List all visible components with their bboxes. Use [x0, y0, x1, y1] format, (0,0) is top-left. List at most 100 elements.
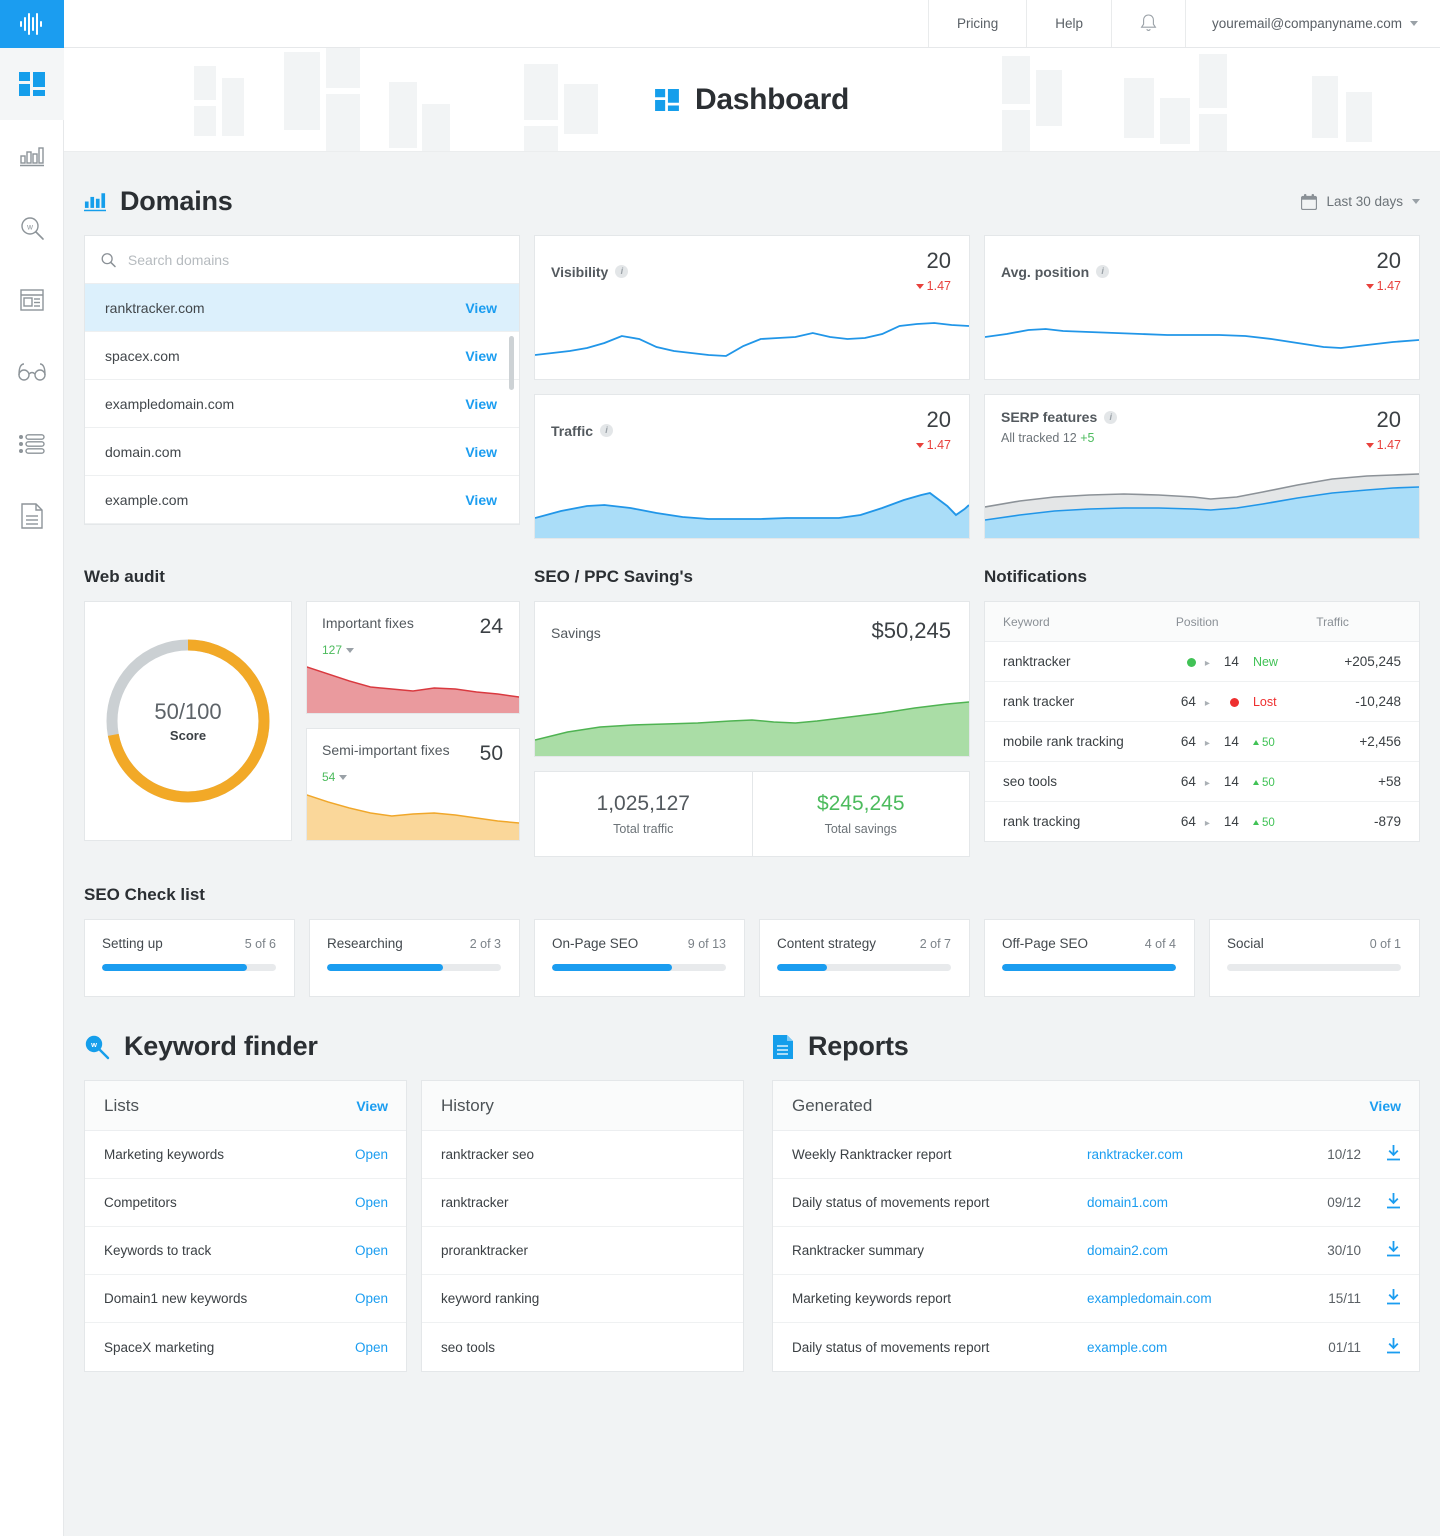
list-item[interactable]: Keywords to track Open [85, 1227, 406, 1275]
info-icon[interactable]: i [600, 424, 613, 437]
domain-list-scrollbar[interactable] [509, 336, 514, 390]
domain-view-link[interactable]: View [465, 348, 497, 364]
status-dot-green [1187, 658, 1196, 667]
report-domain-link[interactable]: exampledomain.com [1087, 1291, 1287, 1306]
list-item[interactable]: Marketing keywords Open [85, 1131, 406, 1179]
sidebar-item-dashboard[interactable] [0, 48, 64, 120]
report-row[interactable]: Weekly Ranktracker report ranktracker.co… [773, 1131, 1419, 1179]
domain-list-item[interactable]: domain.com View [85, 428, 519, 476]
info-icon[interactable]: i [1096, 265, 1109, 278]
nav-pricing[interactable]: Pricing [928, 0, 1026, 47]
search-input[interactable] [128, 252, 503, 268]
date-range-picker[interactable]: Last 30 days [1301, 194, 1420, 210]
row-keyword: rank tracking [985, 802, 1176, 842]
table-row[interactable]: rank tracking 64▸1450 -879 [985, 802, 1419, 842]
checklist-card[interactable]: Social 0 of 1 [1209, 919, 1420, 997]
serp-tracked-sub: All tracked 12 +5 [1001, 431, 1117, 445]
total-traffic-value: 1,025,127 [597, 792, 690, 816]
domain-view-link[interactable]: View [465, 444, 497, 460]
row-keyword: ranktracker [985, 642, 1176, 682]
notifications-title: Notifications [984, 539, 1420, 601]
open-link[interactable]: Open [355, 1340, 388, 1355]
sidebar-item-rank-tracker[interactable] [0, 120, 64, 192]
chevron-down-icon [1410, 21, 1418, 26]
domain-view-link[interactable]: View [465, 492, 497, 508]
report-domain-link[interactable]: example.com [1087, 1340, 1287, 1355]
domain-list-item[interactable]: exampledomain.com View [85, 380, 519, 428]
info-icon[interactable]: i [1104, 411, 1117, 424]
table-row[interactable]: ranktracker ▸14New +205,245 [985, 642, 1419, 682]
visibility-sparkline [535, 293, 969, 379]
list-item[interactable]: SpaceX marketing Open [85, 1323, 406, 1371]
checklist-card[interactable]: Content strategy 2 of 7 [759, 919, 970, 997]
dashboard-grid-icon [19, 72, 45, 96]
download-button[interactable] [1361, 1145, 1401, 1164]
table-row[interactable]: mobile rank tracking 64▸1450 +2,456 [985, 722, 1419, 762]
list-item[interactable]: seo tools [422, 1323, 743, 1371]
list-item[interactable]: keyword ranking [422, 1275, 743, 1323]
report-row[interactable]: Daily status of movements report domain1… [773, 1179, 1419, 1227]
table-row[interactable]: seo tools 64▸1450 +58 [985, 762, 1419, 802]
checklist-name: On-Page SEO [552, 936, 638, 951]
report-domain-link[interactable]: domain2.com [1087, 1243, 1287, 1258]
checklist-card[interactable]: On-Page SEO 9 of 13 [534, 919, 745, 997]
report-row[interactable]: Marketing keywords report exampledomain.… [773, 1275, 1419, 1323]
checklist-card[interactable]: Setting up 5 of 6 [84, 919, 295, 997]
list-item[interactable]: Domain1 new keywords Open [85, 1275, 406, 1323]
domain-list-item[interactable]: ranktracker.com View [85, 284, 519, 332]
col-keyword: Keyword [985, 602, 1176, 642]
user-menu[interactable]: youremail@companyname.com [1185, 0, 1440, 47]
list-item[interactable]: ranktracker seo [422, 1131, 743, 1179]
total-traffic-cell: 1,025,127 Total traffic [535, 772, 752, 856]
bell-icon [1140, 14, 1157, 33]
sidebar-item-keyword-finder[interactable]: w [0, 192, 64, 264]
lists-view-link[interactable]: View [356, 1098, 388, 1114]
open-link[interactable]: Open [355, 1291, 388, 1306]
open-link[interactable]: Open [355, 1243, 388, 1258]
row-position: 64▸1450 [1176, 722, 1316, 762]
main-content: Domains Last 30 days [64, 152, 1440, 1536]
row-position: 64▸1450 [1176, 762, 1316, 802]
domain-list-item[interactable]: spacex.com View [85, 332, 519, 380]
download-icon [1386, 1193, 1401, 1209]
open-link[interactable]: Open [355, 1147, 388, 1162]
checklist-name: Content strategy [777, 936, 876, 951]
metric-label: Avg. position i [1001, 250, 1109, 293]
row-traffic: -10,248 [1316, 682, 1419, 722]
nav-help[interactable]: Help [1026, 0, 1111, 47]
list-item[interactable]: ranktracker [422, 1179, 743, 1227]
list-item[interactable]: proranktracker [422, 1227, 743, 1275]
report-row[interactable]: Ranktracker summary domain2.com 30/10 [773, 1227, 1419, 1275]
domain-search[interactable] [85, 236, 519, 284]
checklist-count: 4 of 4 [1145, 937, 1176, 951]
download-button[interactable] [1361, 1338, 1401, 1357]
checklist-card[interactable]: Researching 2 of 3 [309, 919, 520, 997]
table-row[interactable]: rank tracker 64▸Lost -10,248 [985, 682, 1419, 722]
download-button[interactable] [1361, 1241, 1401, 1260]
report-row[interactable]: Daily status of movements report example… [773, 1323, 1419, 1371]
sidebar-item-reports[interactable] [0, 480, 64, 552]
report-domain-link[interactable]: ranktracker.com [1087, 1147, 1287, 1162]
soundwave-logo-icon [20, 13, 44, 35]
reports-view-link[interactable]: View [1369, 1098, 1401, 1114]
sidebar-item-keyword-list[interactable] [0, 408, 64, 480]
app-logo[interactable] [0, 0, 64, 48]
download-icon [1386, 1145, 1401, 1161]
download-button[interactable] [1361, 1193, 1401, 1212]
checklist-card[interactable]: Off-Page SEO 4 of 4 [984, 919, 1195, 997]
domain-list-item[interactable]: example.com View [85, 476, 519, 524]
domain-view-link[interactable]: View [465, 396, 497, 412]
notifications-bell-button[interactable] [1111, 0, 1185, 47]
open-link[interactable]: Open [355, 1195, 388, 1210]
sidebar-item-serp-checker[interactable] [0, 336, 64, 408]
sidebar-item-web-audit[interactable] [0, 264, 64, 336]
checklist-name: Setting up [102, 936, 163, 951]
info-icon[interactable]: i [615, 265, 628, 278]
report-domain-link[interactable]: domain1.com [1087, 1195, 1287, 1210]
list-item[interactable]: Competitors Open [85, 1179, 406, 1227]
reports-title-text: Reports [808, 1031, 909, 1062]
domain-view-link[interactable]: View [465, 300, 497, 316]
fix-label: Important fixes [322, 615, 414, 631]
download-button[interactable] [1361, 1289, 1401, 1308]
metric-value: 20 [916, 250, 951, 272]
